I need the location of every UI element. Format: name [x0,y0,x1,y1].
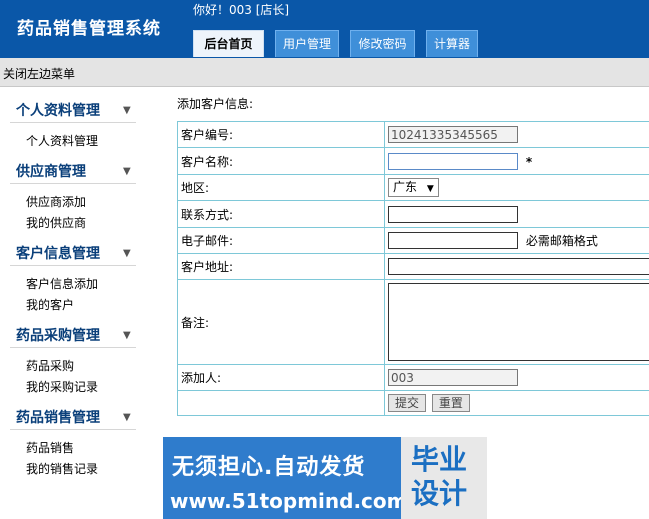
email-field[interactable] [388,231,518,249]
label-email: 电子邮件: [177,227,385,254]
divider [10,183,136,184]
close-left-menu-link[interactable]: 关闭左边菜单 [3,65,75,82]
customer-form: 客户编号: 客户名称: * 地区: 广东 ▼ 联系方式: 电子邮件: 必需邮箱格… [177,121,649,416]
chevron-down-icon: ▼ [426,184,434,194]
tab-admin-home[interactable]: 后台首页 [193,30,264,57]
watermark-url: www.51topmind.com [170,489,408,513]
sidebar-item-drug-sales[interactable]: 药品销售 [26,439,74,456]
divider [10,122,136,123]
chevron-down-icon[interactable]: ▼ [123,412,131,423]
sidebar-group-profile[interactable]: 个人资料管理 [16,100,100,120]
divider [10,429,136,430]
divider [10,347,136,348]
customer-id-field[interactable] [388,126,518,143]
sidebar-item-supplier-add[interactable]: 供应商添加 [26,193,86,210]
label-added-by: 添加人: [177,364,385,391]
sidebar-item-profile[interactable]: 个人资料管理 [26,132,98,149]
sidebar-group-sales[interactable]: 药品销售管理 [16,407,100,427]
chevron-down-icon[interactable]: ▼ [123,105,131,116]
sidebar-group-customer[interactable]: 客户信息管理 [16,243,100,263]
label-customer-id: 客户编号: [177,121,385,148]
address-field[interactable] [388,258,649,275]
app-title: 药品销售管理系统 [17,19,161,39]
sidebar: 个人资料管理 ▼ 个人资料管理 供应商管理 ▼ 供应商添加 我的供应商 客户信息… [0,87,163,519]
section-title: 添加客户信息: [177,97,254,111]
region-select[interactable]: 广东 ▼ [388,178,439,197]
remark-textarea[interactable] [388,283,649,361]
user-greeting: 你好！003 [店长] [193,3,290,17]
menu-bar: 关闭左边菜单 [0,58,649,87]
reset-button[interactable]: 重置 [431,394,470,412]
tab-user-management[interactable]: 用户管理 [275,30,339,57]
label-region: 地区: [177,174,385,201]
sidebar-group-purchase[interactable]: 药品采购管理 [16,325,100,345]
chevron-down-icon[interactable]: ▼ [123,166,131,177]
added-by-field[interactable] [388,369,518,386]
email-hint: 必需邮箱格式 [525,234,598,249]
required-mark: * [525,154,533,169]
sidebar-item-my-customers[interactable]: 我的客户 [26,296,74,313]
tab-calculator[interactable]: 计算器 [426,30,478,57]
contact-field[interactable] [388,205,518,223]
tab-change-password[interactable]: 修改密码 [350,30,415,57]
sidebar-item-my-sales[interactable]: 我的销售记录 [26,460,98,477]
customer-name-field[interactable] [388,152,518,170]
sidebar-item-my-purchases[interactable]: 我的采购记录 [26,378,98,395]
label-remark: 备注: [177,279,385,365]
divider [10,265,136,266]
region-select-value: 广东 [393,180,418,194]
label-customer-name: 客户名称: [177,147,385,175]
watermark-slogan: 无须担心.自动发货 [172,455,366,480]
watermark-logo: 毕业设计 [411,443,468,510]
submit-button[interactable]: 提交 [388,394,427,412]
label-address: 客户地址: [177,253,385,280]
sidebar-group-supplier[interactable]: 供应商管理 [16,161,86,181]
top-header: 药品销售管理系统 你好！003 [店长] 后台首页 用户管理 修改密码 计算器 [0,0,649,58]
chevron-down-icon[interactable]: ▼ [123,248,131,259]
sidebar-item-my-suppliers[interactable]: 我的供应商 [26,214,86,231]
chevron-down-icon[interactable]: ▼ [123,330,131,341]
sidebar-item-customer-add[interactable]: 客户信息添加 [26,275,98,292]
sidebar-item-drug-purchase[interactable]: 药品采购 [26,357,74,374]
watermark-banner: 无须担心.自动发货 www.51topmind.com 毕业设计 [163,437,487,519]
label-contact: 联系方式: [177,200,385,228]
